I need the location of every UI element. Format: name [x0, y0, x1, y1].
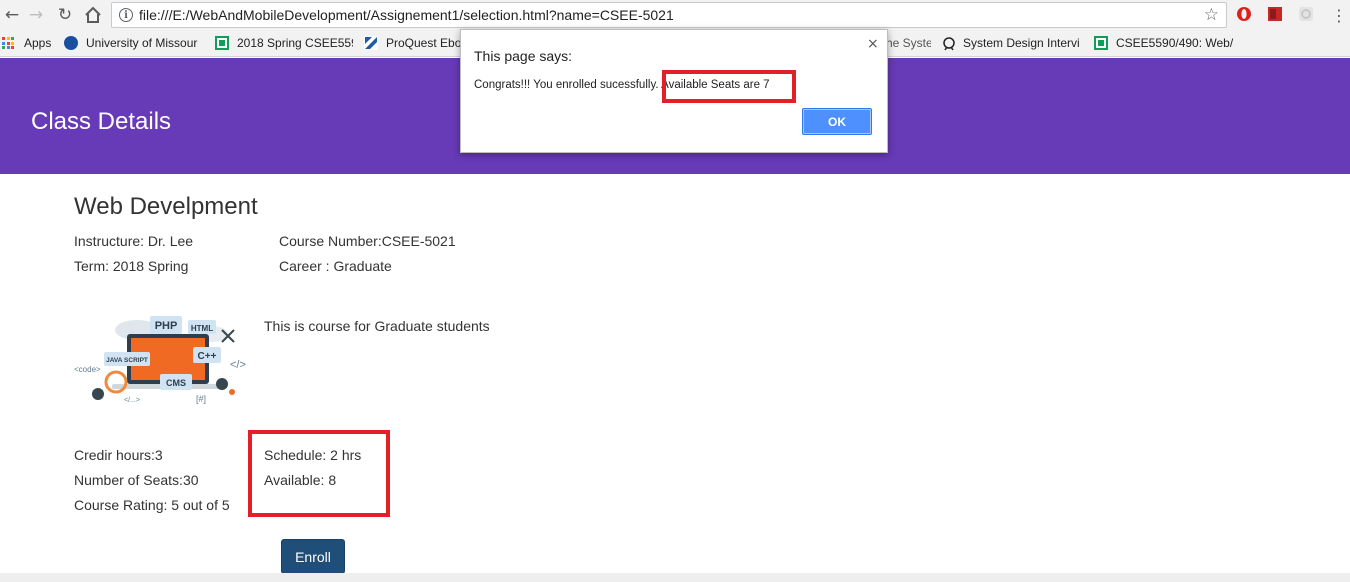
university-icon [64, 36, 78, 50]
bookmark-label: System Design Intervi [963, 36, 1080, 50]
course-number-text: Course Number:CSEE-5021 [279, 233, 456, 249]
course-description: This is course for Graduate students [264, 318, 490, 334]
bookmark-label: CSEE5590/490: Web/( [1116, 36, 1234, 50]
sheets-icon [1094, 36, 1108, 50]
highlight-box [248, 430, 390, 517]
bookmark-label: ProQuest Ebo [386, 36, 461, 50]
close-icon[interactable]: × [867, 36, 879, 52]
bookmark-star-icon[interactable]: ☆ [1204, 5, 1219, 25]
sheets-icon [215, 36, 229, 50]
cms-label: CMS [166, 378, 186, 388]
apps-grid-icon [2, 37, 14, 49]
bookmark-label: he Syste [886, 36, 931, 50]
code-tag-label: <code> [74, 365, 101, 374]
extension-red-icon[interactable] [1267, 6, 1283, 22]
menu-dots-icon[interactable]: ⋮ [1327, 3, 1350, 27]
bookmark-system-design[interactable]: System Design Intervi [941, 34, 1083, 52]
enroll-button[interactable]: Enroll [281, 539, 345, 574]
course-illustration: PHP HTML C++ JAVA SCRIPT CMS <code> </> … [72, 312, 252, 412]
bookmark-spring-csee[interactable]: 2018 Spring CSEE559 [215, 34, 353, 52]
php-label: PHP [155, 320, 178, 332]
bookmark-label: 2018 Spring CSEE559 [237, 36, 353, 50]
browser-toolbar: ← → ↻ i file:///E:/WebAndMobileDevelopme… [0, 0, 1350, 30]
opera-icon[interactable] [1236, 6, 1252, 22]
term-text: Term: 2018 Spring [74, 258, 189, 274]
bookmark-apps[interactable]: Apps [2, 34, 51, 52]
bookmark-label: University of Missour [86, 36, 198, 50]
page-title: Class Details [31, 108, 172, 135]
info-icon[interactable]: i [119, 8, 133, 22]
dialog-title: This page says: [474, 48, 573, 64]
course-title: Web Develpment [74, 193, 258, 220]
url-text[interactable]: file:///E:/WebAndMobileDevelopment/Assig… [139, 7, 674, 23]
address-bar[interactable]: i file:///E:/WebAndMobileDevelopment/Ass… [111, 2, 1227, 28]
course-rating-text: Course Rating: 5 out of 5 [74, 497, 230, 513]
ok-button[interactable]: OK [802, 108, 872, 135]
number-of-seats-text: Number of Seats:30 [74, 472, 199, 488]
instructor-text: Instructure: Dr. Lee [74, 233, 194, 249]
extension-gray-icon[interactable] [1298, 6, 1314, 22]
bookmark-label: Apps [24, 36, 52, 50]
html-label: HTML [191, 324, 213, 333]
bookmark-proquest[interactable]: ProQuest Ebo [364, 34, 461, 52]
dialog-message-prefix: Congrats!!! You enrolled sucessfully. [474, 79, 659, 91]
credit-hours-text: Credir hours:3 [74, 447, 163, 463]
close-tag-label: </> [230, 359, 246, 371]
ellipsis-tag-label: </...> [124, 397, 140, 404]
alert-dialog: This page says: × Congrats!!! You enroll… [460, 29, 888, 153]
cpp-label: C++ [198, 351, 217, 362]
highlight-box [662, 70, 796, 103]
back-arrow-icon[interactable]: ← [0, 3, 24, 27]
hash-label: [#] [196, 394, 206, 404]
home-icon[interactable] [81, 3, 105, 27]
reload-icon[interactable]: ↻ [53, 3, 77, 27]
career-text: Career : Graduate [279, 258, 392, 274]
bookmark-system[interactable]: he Syste [886, 34, 931, 52]
bottom-scroll-strip [0, 573, 1350, 582]
bookmark-university[interactable]: University of Missour [64, 34, 202, 52]
javascript-label: JAVA SCRIPT [106, 357, 148, 364]
bookmark-csee5590[interactable]: CSEE5590/490: Web/( [1094, 34, 1234, 52]
proquest-icon [364, 36, 378, 50]
forward-arrow-icon[interactable]: → [24, 3, 48, 27]
github-icon [941, 36, 955, 51]
